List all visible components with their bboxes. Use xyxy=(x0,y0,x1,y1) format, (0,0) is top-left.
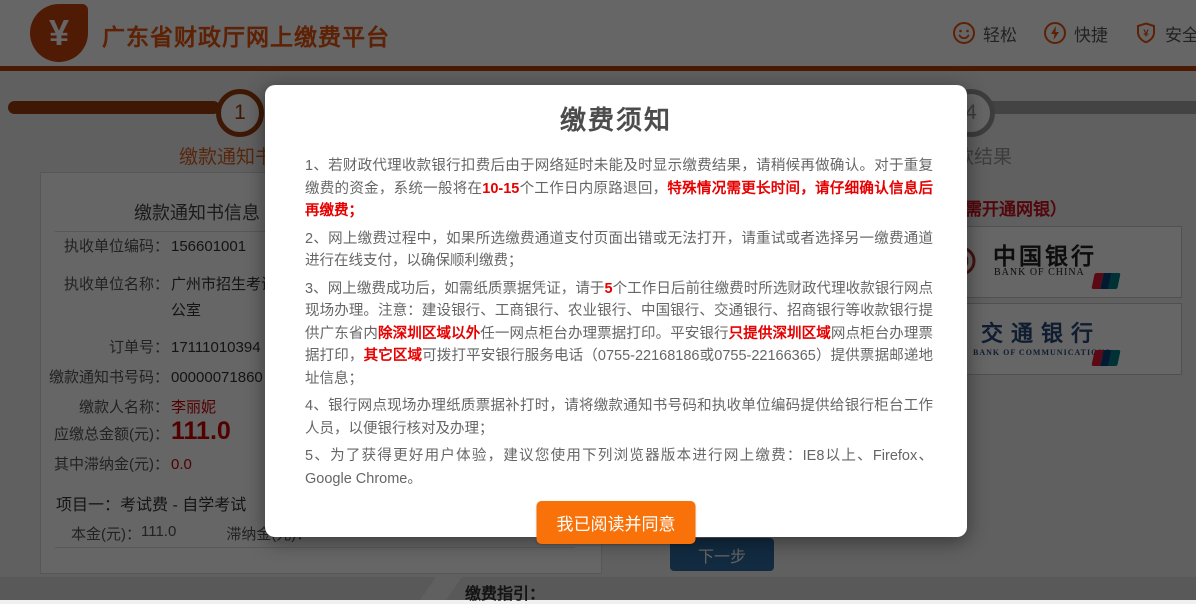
notice-paragraph-3: 3、网上缴费成功后，如需纸质票据凭证，请于5个工作日后前往缴费时所选财政代理收款… xyxy=(305,278,933,391)
notice-paragraph-5: 5、为了获得更好用户体验，建议您使用下列浏览器版本进行网上缴费：IE8以上、Fi… xyxy=(305,445,933,490)
notice-paragraph-1: 1、若财政代理收款银行扣费后由于网络延时未能及时显示缴费结果，请稍候再做确认。对… xyxy=(305,155,933,223)
notice-paragraph-2: 2、网上缴费过程中，如果所选缴费通道支付页面出错或无法打开，请重试或者选择另一缴… xyxy=(305,228,933,273)
modal-body: 1、若财政代理收款银行扣费后由于网络延时未能及时显示缴费结果，请稍候再做确认。对… xyxy=(305,155,933,495)
agree-button[interactable]: 我已阅读并同意 xyxy=(537,501,696,544)
payment-instructions-modal: 缴费须知 1、若财政代理收款银行扣费后由于网络延时未能及时显示缴费结果，请稍候再… xyxy=(265,85,967,537)
modal-title: 缴费须知 xyxy=(265,100,967,137)
notice-paragraph-4: 4、银行网点现场办理纸质票据补打时，请将缴款通知书号码和执收单位编码提供给银行柜… xyxy=(305,395,933,440)
